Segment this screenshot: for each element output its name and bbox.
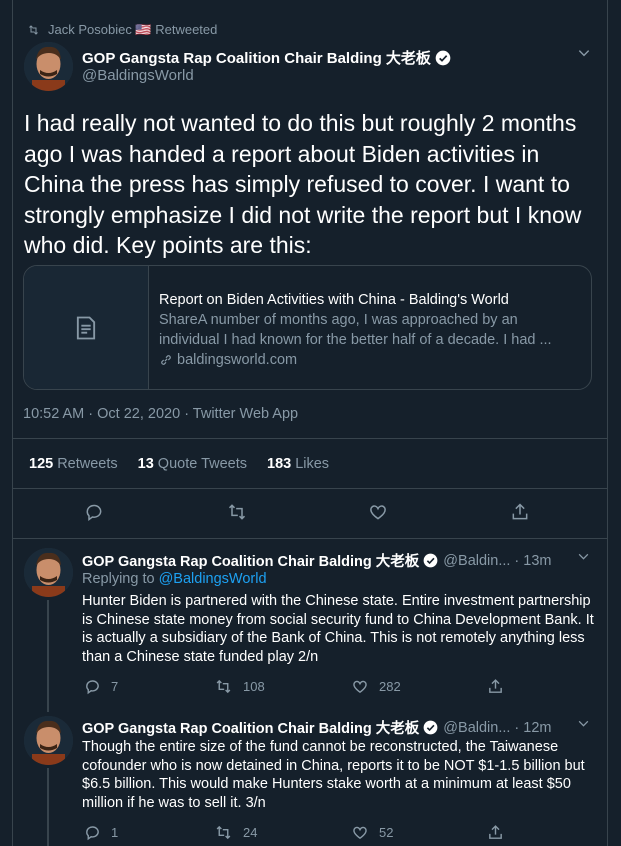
- reply-icon: [86, 826, 99, 841]
- retweet-count: 108: [243, 679, 265, 694]
- quotes-stat[interactable]: 13 Quote Tweets: [138, 456, 247, 472]
- more-options-icon[interactable]: [577, 550, 590, 568]
- reply-avatar[interactable]: [24, 716, 73, 765]
- retweet-count: 24: [243, 825, 258, 840]
- retweet-icon: [216, 825, 231, 840]
- thread-connector: [47, 768, 49, 846]
- like-button[interactable]: [368, 502, 388, 527]
- tweet-timestamp[interactable]: 10:52 AM · Oct 22, 2020 · Twitter Web Ap…: [23, 406, 298, 422]
- verified-badge-icon: [435, 50, 451, 66]
- share-icon: [512, 503, 528, 520]
- replying-to: Replying to @BaldingsWorld: [82, 571, 267, 587]
- divider: [12, 438, 608, 439]
- likes-stat[interactable]: 183 Likes: [267, 456, 329, 472]
- reply-author-handle[interactable]: @Baldin...: [443, 553, 510, 569]
- divider: [12, 538, 608, 539]
- verified-badge-icon: [423, 720, 438, 735]
- reply-author-name[interactable]: GOP Gangsta Rap Coalition Chair Balding …: [82, 717, 419, 738]
- tweet-stats: 125 Retweets 13 Quote Tweets 183 Likes: [29, 456, 329, 472]
- retweet-label: Jack Posobiec 🇺🇸 Retweeted: [48, 22, 218, 37]
- share-button[interactable]: [510, 502, 530, 527]
- reply-count: 1: [111, 825, 119, 840]
- verified-badge-icon: [423, 553, 438, 568]
- retweets-stat[interactable]: 125 Retweets: [29, 456, 118, 472]
- link-card[interactable]: Report on Biden Activities with China - …: [23, 265, 592, 390]
- link-icon: [161, 355, 171, 365]
- retweet-button[interactable]: [226, 502, 248, 527]
- reply-header: GOP Gangsta Rap Coalition Chair Balding …: [82, 717, 552, 738]
- divider: [12, 488, 608, 489]
- heart-icon: [353, 680, 367, 694]
- reply-retweet-button[interactable]: 24: [214, 824, 257, 841]
- reply-share-button[interactable]: [487, 678, 504, 695]
- document-icon: [76, 316, 96, 339]
- reply-like-button[interactable]: 282: [351, 678, 401, 695]
- heart-icon: [370, 505, 386, 520]
- share-icon: [489, 825, 502, 839]
- author-handle[interactable]: @BaldingsWorld: [82, 67, 194, 84]
- reply-share-button[interactable]: [487, 824, 504, 841]
- avatar-image: [24, 548, 73, 597]
- thread-connector: [47, 600, 49, 712]
- retweet-icon: [228, 504, 246, 520]
- tweet-text: I had really not wanted to do this but r…: [24, 110, 582, 258]
- reply-text: Though the entire size of the fund canno…: [82, 739, 585, 811]
- like-count: 52: [379, 825, 394, 840]
- right-border: [607, 0, 608, 846]
- avatar-image: [24, 42, 73, 91]
- reply-count: 7: [111, 679, 119, 694]
- card-domain-text: baldingsworld.com: [177, 352, 298, 368]
- reply-button[interactable]: [84, 502, 104, 527]
- retweet-icon: [29, 25, 38, 35]
- more-options-icon[interactable]: [577, 717, 590, 735]
- card-body: Report on Biden Activities with China - …: [159, 290, 579, 370]
- card-thumbnail: [24, 266, 149, 389]
- share-icon: [489, 679, 502, 693]
- replying-to-link[interactable]: @BaldingsWorld: [159, 571, 267, 587]
- reply-author-name[interactable]: GOP Gangsta Rap Coalition Chair Balding …: [82, 550, 419, 571]
- left-border: [12, 0, 13, 846]
- more-options-icon[interactable]: [577, 46, 591, 65]
- like-count: 282: [379, 679, 401, 694]
- reply-text: Hunter Biden is partnered with the Chine…: [82, 593, 594, 665]
- author-name[interactable]: GOP Gangsta Rap Coalition Chair Balding …: [82, 47, 431, 68]
- reply-author-handle[interactable]: @Baldin...: [443, 720, 510, 736]
- retweet-icon: [216, 679, 231, 694]
- reply-icon: [86, 504, 102, 521]
- reply-header: GOP Gangsta Rap Coalition Chair Balding …: [82, 550, 552, 571]
- card-title: Report on Biden Activities with China - …: [159, 292, 509, 308]
- reply-avatar[interactable]: [24, 548, 73, 597]
- reply-reply-button[interactable]: 1: [84, 824, 118, 841]
- reply-time[interactable]: · 12m: [514, 720, 551, 736]
- avatar[interactable]: [24, 42, 73, 91]
- retweet-indicator[interactable]: Jack Posobiec 🇺🇸 Retweeted: [27, 22, 217, 38]
- reply-retweet-button[interactable]: 108: [214, 678, 265, 695]
- reply-time[interactable]: · 13m: [514, 553, 551, 569]
- reply-icon: [86, 680, 99, 695]
- card-domain: baldingsworld.com: [159, 350, 579, 370]
- heart-icon: [353, 826, 367, 840]
- reply-like-button[interactable]: 52: [351, 824, 393, 841]
- card-description: ShareA number of months ago, I was appro…: [159, 312, 552, 348]
- reply-reply-button[interactable]: 7: [84, 678, 118, 695]
- author-name-row[interactable]: GOP Gangsta Rap Coalition Chair Balding …: [82, 47, 451, 68]
- avatar-image: [24, 716, 73, 765]
